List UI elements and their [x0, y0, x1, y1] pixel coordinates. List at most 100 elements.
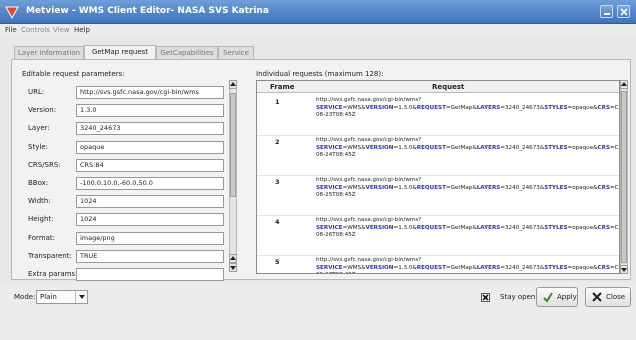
row-separator [257, 255, 619, 256]
param-input[interactable]: 1024 [76, 195, 224, 209]
request-url: http://svs.gsfc.nasa.gov/cgi-bin/wms?SER… [316, 97, 619, 120]
request-row[interactable]: 2 http://svs.gsfc.nasa.gov/cgi-bin/wms?SE… [257, 135, 619, 175]
scroll-down-button[interactable] [229, 263, 237, 272]
tab-getcapabilities[interactable]: GetCapabilities [156, 46, 218, 59]
param-key: SERVICE [316, 224, 343, 231]
param-label: Extra params: [28, 270, 78, 278]
scroll-up-button-lower[interactable] [229, 254, 237, 263]
row-separator [257, 215, 619, 216]
menu-view[interactable]: View [53, 26, 70, 34]
col-request-header: Request [432, 83, 465, 91]
param-key: SERVICE [316, 104, 343, 111]
param-key: STYLES [544, 104, 568, 111]
req-scroll-down-button[interactable] [620, 265, 628, 274]
param-key: REQUEST [416, 224, 446, 231]
param-key: STYLES [544, 184, 568, 191]
param-value: 1.3.0 [398, 184, 413, 191]
stay-open-checkbox[interactable] [481, 293, 490, 302]
param-input[interactable]: CRS:84 [76, 158, 224, 172]
param-key: SERVICE [316, 144, 343, 151]
col-frame-header: Frame [270, 83, 295, 91]
param-key: LAYERS [476, 144, 501, 151]
requests-scrollbar[interactable] [620, 80, 628, 274]
apply-button[interactable]: Apply [536, 287, 578, 307]
param-value: opaque [572, 104, 594, 111]
param-key: STYLES [544, 264, 568, 271]
param-value: 3240_24673 [505, 144, 540, 151]
param-value: 3240_24673 [505, 224, 540, 231]
menu-help[interactable]: Help [74, 26, 90, 34]
menu-file[interactable]: File [5, 26, 17, 34]
apply-icon [543, 292, 553, 303]
arrow-up-icon [230, 82, 236, 86]
param-input[interactable]: 3240_24673 [76, 122, 224, 136]
param-key: VERSION [365, 224, 394, 231]
param-key: CRS [597, 144, 610, 151]
mode-select[interactable]: Plain [36, 290, 88, 304]
frame-number: 1 [275, 98, 280, 106]
param-input[interactable]: image/png [76, 231, 224, 245]
param-input[interactable]: TRUE [76, 249, 224, 263]
menu-controls[interactable]: Controls [21, 26, 50, 34]
param-label: Version: [28, 106, 57, 115]
param-input[interactable]: http://svs.gsfc.nasa.gov/cgi-bin/wms [76, 86, 224, 99]
tab-service[interactable]: Service [218, 46, 254, 59]
param-input[interactable]: -100.0,10.0,-60.0,50.0 [76, 177, 224, 190]
minimize-button[interactable] [600, 5, 613, 18]
tab-getmap-request[interactable]: GetMap request [84, 45, 156, 59]
app-icon [5, 6, 19, 19]
param-value: http://svs.gsfc.nasa.gov/cgi-bin/wms? [316, 257, 422, 263]
request-row[interactable]: 5 http://svs.gsfc.nasa.gov/cgi-bin/wms?SE… [257, 255, 619, 273]
request-row[interactable]: 1 http://svs.gsfc.nasa.gov/cgi-bin/wms?SE… [257, 95, 619, 135]
param-value: 1.3.0 [398, 104, 413, 111]
param-key: CRS [597, 184, 610, 191]
param-value: 1.3.0 [398, 224, 413, 231]
param-value: 1.3.0 [398, 144, 413, 151]
mode-select-value: Plain [40, 293, 57, 301]
arrow-up-icon [621, 82, 627, 86]
scroll-up-button[interactable] [229, 80, 237, 89]
param-value: GetMap [450, 184, 473, 191]
param-value: 3240_24673 [505, 264, 540, 271]
req-scroll-thumb[interactable] [621, 91, 627, 263]
param-key: REQUEST [416, 144, 446, 151]
param-key: LAYERS [476, 184, 501, 191]
param-key: LAYERS [476, 264, 501, 271]
request-row[interactable]: 4 http://svs.gsfc.nasa.gov/cgi-bin/wms?SE… [257, 215, 619, 255]
param-input[interactable]: 1024 [76, 213, 224, 227]
arrow-up-icon [230, 256, 236, 260]
param-value: WMS [347, 104, 362, 111]
row-separator [257, 175, 619, 176]
param-value: 3240_24673 [505, 184, 540, 191]
param-value: opaque [572, 264, 594, 271]
close-button[interactable]: Close [585, 287, 631, 307]
param-input[interactable]: opaque [76, 140, 224, 154]
param-input[interactable] [76, 268, 224, 281]
scroll-thumb[interactable] [230, 93, 236, 197]
param-key: REQUEST [416, 184, 446, 191]
window-title: Metview - WMS Client Editor- NASA SVS Ka… [26, 6, 269, 16]
frame-number: 5 [275, 258, 280, 266]
param-label: Transparent: [28, 251, 72, 260]
param-label: Width: [28, 197, 51, 206]
tab-layer-information[interactable]: Layer information [14, 46, 84, 59]
apply-label: Apply [557, 293, 577, 301]
req-scroll-up-button[interactable] [620, 80, 628, 89]
request-row[interactable]: 3 http://svs.gsfc.nasa.gov/cgi-bin/wms?SE… [257, 175, 619, 215]
close-window-button[interactable] [617, 5, 630, 18]
arrow-down-icon [230, 266, 236, 270]
param-input[interactable]: 1.3.0 [76, 104, 224, 118]
param-value: http://svs.gsfc.nasa.gov/cgi-bin/wms? [316, 97, 422, 103]
request-url: http://svs.gsfc.nasa.gov/cgi-bin/wms?SER… [316, 177, 619, 200]
param-key: VERSION [365, 104, 394, 111]
stay-open-label: Stay open [500, 293, 536, 301]
param-value: WMS [347, 184, 362, 191]
param-value: http://svs.gsfc.nasa.gov/cgi-bin/wms? [316, 137, 422, 143]
param-key: CRS [597, 104, 610, 111]
param-value: GetMap [450, 104, 473, 111]
mode-label: Mode: [14, 293, 36, 301]
param-key: REQUEST [416, 264, 446, 271]
params-scrollbar[interactable] [229, 80, 237, 272]
param-value: opaque [572, 184, 594, 191]
param-value: GetMap [450, 264, 473, 271]
